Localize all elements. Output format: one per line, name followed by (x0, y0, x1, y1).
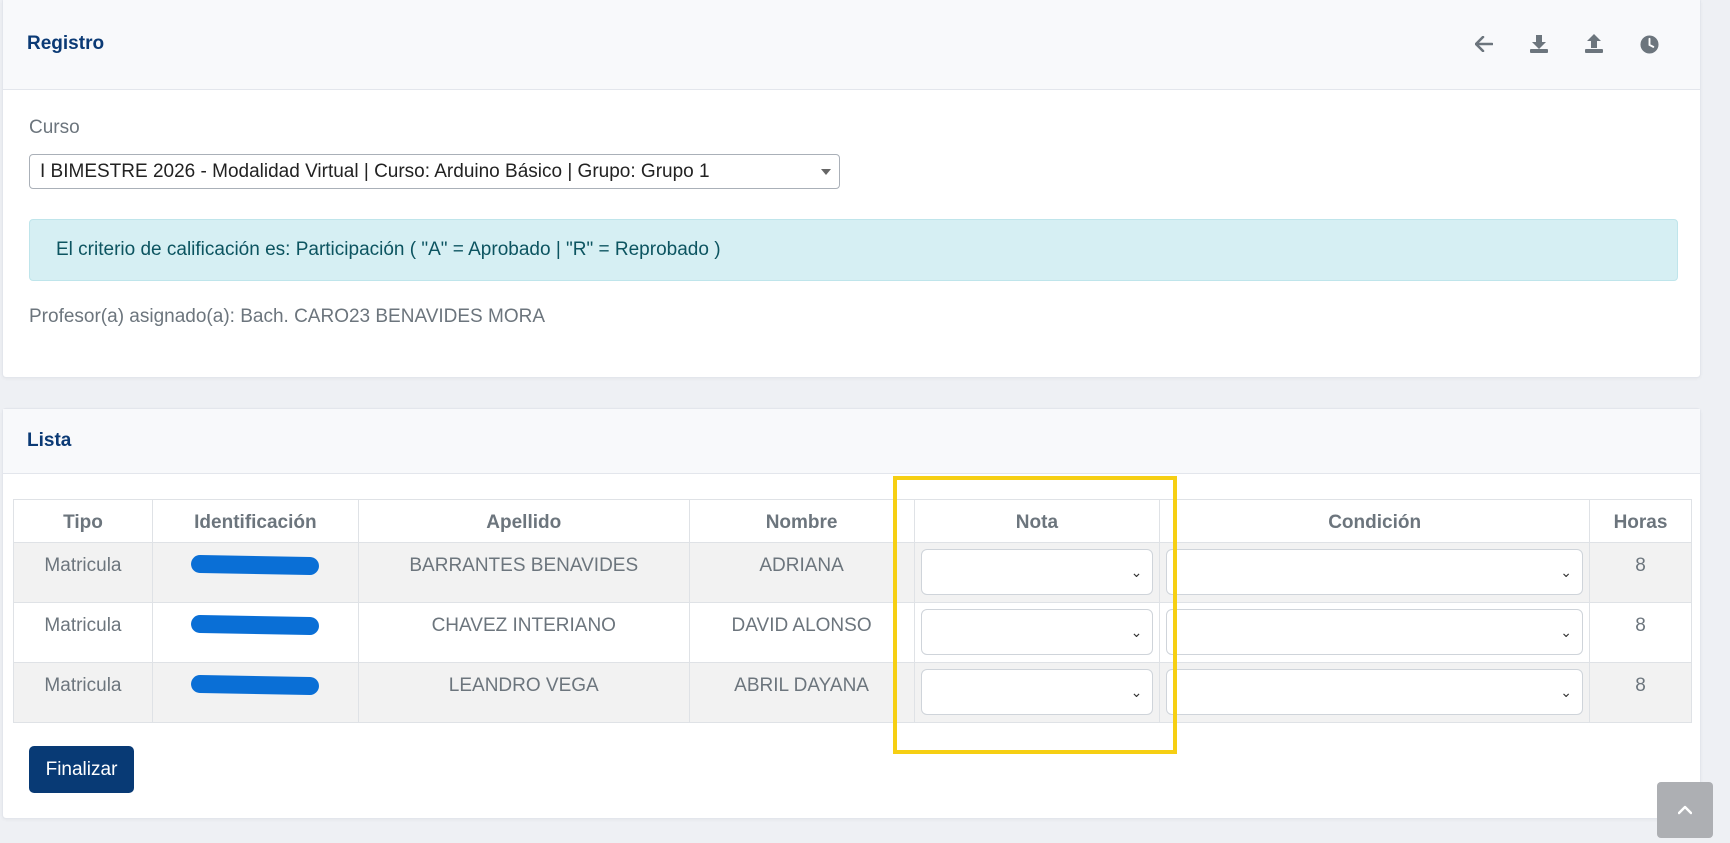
chevron-down-icon: ⌄ (1560, 624, 1572, 640)
redaction-mark (191, 554, 320, 576)
column-header-apellido: Apellido (357, 499, 690, 543)
column-header-nota: Nota (913, 499, 1161, 543)
nota-select[interactable]: ⌄ (920, 669, 1154, 715)
chevron-down-icon: ⌄ (1130, 564, 1143, 580)
upload-icon[interactable] (1579, 29, 1609, 59)
registro-header: Registro (3, 0, 1700, 90)
scroll-to-top-button[interactable] (1657, 782, 1713, 838)
horas-cell: 8 (1589, 542, 1692, 603)
tipo-cell: Matricula (13, 662, 153, 723)
chevron-down-icon: ⌄ (1560, 684, 1572, 700)
apellido-cell: LEANDRO VEGA (357, 662, 690, 723)
nota-select[interactable]: ⌄ (920, 609, 1154, 655)
table-row: Matricula LEANDRO VEGA ABRIL DAYANA ⌄ ⌄ … (13, 662, 1692, 723)
curso-label: Curso (29, 117, 80, 138)
download-icon[interactable] (1524, 29, 1554, 59)
condicion-cell: ⌄ (1159, 662, 1590, 723)
tipo-cell: Matricula (13, 542, 153, 603)
horas-cell: 8 (1589, 662, 1692, 723)
chevron-up-icon (1678, 805, 1692, 815)
chevron-down-icon: ⌄ (1560, 564, 1572, 580)
apellido-cell: BARRANTES BENAVIDES (357, 542, 690, 603)
arrow-left-icon[interactable] (1469, 29, 1499, 59)
clock-icon[interactable] (1634, 29, 1664, 59)
column-header-tipo: Tipo (13, 499, 153, 543)
lista-card: Lista Tipo Identificación Apellido Nombr… (2, 408, 1701, 819)
chevron-down-icon (821, 169, 831, 175)
chevron-down-icon: ⌄ (1130, 624, 1143, 640)
lista-title: Lista (27, 430, 72, 451)
identificacion-cell (151, 662, 359, 723)
identificacion-cell (151, 602, 359, 663)
grading-criteria-alert: El criterio de calificación es: Particip… (29, 219, 1678, 281)
condicion-select[interactable]: ⌄ (1166, 669, 1583, 715)
lista-header: Lista (3, 409, 1700, 474)
curso-select[interactable]: I BIMESTRE 2026 - Modalidad Virtual | Cu… (29, 154, 840, 189)
condicion-select[interactable]: ⌄ (1166, 609, 1583, 655)
nota-cell: ⌄ (913, 542, 1161, 603)
condicion-cell: ⌄ (1159, 542, 1590, 603)
apellido-cell: CHAVEZ INTERIANO (357, 602, 690, 663)
nombre-cell: DAVID ALONSO (688, 602, 915, 663)
nombre-cell: ABRIL DAYANA (688, 662, 915, 723)
table-row: Matricula CHAVEZ INTERIANO DAVID ALONSO … (13, 602, 1692, 663)
registro-title: Registro (27, 33, 105, 54)
table-row: Matricula BARRANTES BENAVIDES ADRIANA ⌄ … (13, 542, 1692, 603)
nota-cell: ⌄ (913, 662, 1161, 723)
redaction-mark (191, 674, 320, 696)
identificacion-cell (151, 542, 359, 603)
column-header-nombre: Nombre (688, 499, 915, 543)
students-table: Tipo Identificación Apellido Nombre Nota… (13, 499, 1692, 723)
column-header-condicion: Condición (1159, 499, 1590, 543)
header-actions (1469, 29, 1664, 59)
nota-cell: ⌄ (913, 602, 1161, 663)
redaction-mark (191, 614, 320, 636)
column-header-horas: Horas (1589, 499, 1692, 543)
registro-card: Registro Curso I BIMESTRE 2026 - Modalid… (2, 0, 1701, 378)
horas-cell: 8 (1589, 602, 1692, 663)
table-header-row: Tipo Identificación Apellido Nombre Nota… (13, 499, 1692, 543)
nota-select[interactable]: ⌄ (920, 549, 1154, 595)
nombre-cell: ADRIANA (688, 542, 915, 603)
tipo-cell: Matricula (13, 602, 153, 663)
column-header-identificacion: Identificación (151, 499, 359, 543)
curso-select-value: I BIMESTRE 2026 - Modalidad Virtual | Cu… (40, 161, 710, 182)
condicion-select[interactable]: ⌄ (1166, 549, 1583, 595)
condicion-cell: ⌄ (1159, 602, 1590, 663)
assigned-teacher: Profesor(a) asignado(a): Bach. CARO23 BE… (29, 306, 546, 327)
chevron-down-icon: ⌄ (1130, 684, 1143, 700)
finalizar-button[interactable]: Finalizar (29, 746, 134, 793)
